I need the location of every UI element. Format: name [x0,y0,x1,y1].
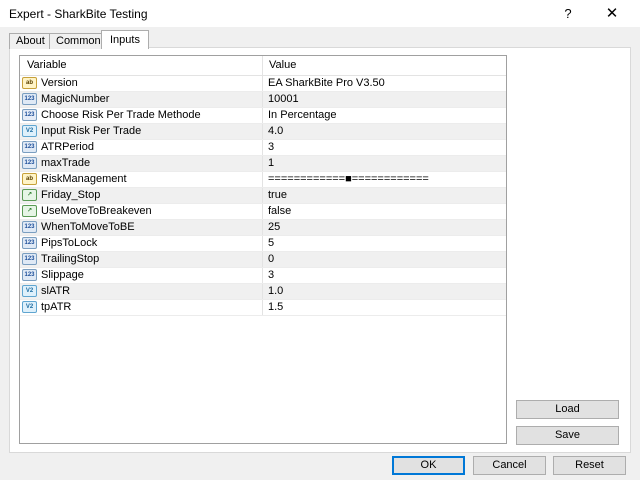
save-button[interactable]: Save [516,426,619,445]
variable-name: slATR [41,285,71,297]
table-row[interactable]: ab Version EA SharkBite Pro V3.50 [20,76,506,92]
variable-value[interactable]: 3 [262,268,274,283]
variable-value[interactable]: EA SharkBite Pro V3.50 [262,76,385,91]
enum-icon: 123 [22,109,37,121]
variable-name: Slippage [41,269,84,281]
boolean-icon: ↗ [22,189,37,201]
variable-name: Choose Risk Per Trade Methode [41,109,201,121]
tab-common[interactable]: Common [49,33,108,49]
variable-name: UseMoveToBreakeven [41,205,152,217]
variable-value[interactable]: 10001 [262,92,299,107]
window-title: Expert - SharkBite Testing [9,7,148,21]
table-row[interactable]: 123 Slippage 3 [20,268,506,284]
variable-value[interactable]: 1.0 [262,284,283,299]
variable-name: TrailingStop [41,253,100,265]
variable-name: maxTrade [41,157,91,169]
integer-icon: 123 [22,237,37,249]
integer-icon: 123 [22,93,37,105]
table-row[interactable]: V2 tpATR 1.5 [20,300,506,316]
integer-icon: 123 [22,221,37,233]
variable-value[interactable]: 3 [262,140,274,155]
table-row[interactable]: 123 PipsToLock 5 [20,236,506,252]
boolean-icon: ↗ [22,205,37,217]
title-bar: Expert - SharkBite Testing ? ✕ [0,0,640,27]
column-header-variable[interactable]: Variable [27,56,67,75]
variable-value[interactable]: 5 [262,236,274,251]
table-row[interactable]: 123 maxTrade 1 [20,156,506,172]
integer-icon: 123 [22,253,37,265]
variable-name: ATRPeriod [41,141,94,153]
ok-button[interactable]: OK [392,456,465,475]
variable-name: Input Risk Per Trade [41,125,142,137]
variable-name: Version [41,77,78,89]
tab-about[interactable]: About [9,33,52,49]
close-icon[interactable]: ✕ [597,4,627,24]
variable-value[interactable]: 0 [262,252,274,267]
variable-value[interactable]: In Percentage [262,108,337,123]
variable-value[interactable]: 1.5 [262,300,283,315]
table-row[interactable]: 123 Choose Risk Per Trade Methode In Perce… [20,108,506,124]
variable-value[interactable]: false [262,204,291,219]
variable-value[interactable]: true [262,188,287,203]
table-row[interactable]: 123 WhenToMoveToBE 25 [20,220,506,236]
load-button[interactable]: Load [516,400,619,419]
table-row[interactable]: ↗ UseMoveToBreakeven false [20,204,506,220]
table-row[interactable]: ab RiskManagement ============■===========… [20,172,506,188]
variable-value[interactable]: 25 [262,220,280,235]
variable-value[interactable]: 1 [262,156,274,171]
reset-button[interactable]: Reset [553,456,626,475]
integer-icon: 123 [22,269,37,281]
variable-name: RiskManagement [41,173,127,185]
variable-name: MagicNumber [41,93,110,105]
column-header-value[interactable]: Value [269,56,296,75]
table-row[interactable]: 123 TrailingStop 0 [20,252,506,268]
double-icon: V2 [22,125,37,137]
grid-header: Variable Value [20,56,506,76]
table-row[interactable]: 123 MagicNumber 10001 [20,92,506,108]
table-row[interactable]: V2 Input Risk Per Trade 4.0 [20,124,506,140]
variable-value[interactable]: ============■============ [262,172,429,187]
integer-icon: 123 [22,141,37,153]
string-icon: ab [22,77,37,89]
table-row[interactable]: 123 ATRPeriod 3 [20,140,506,156]
inputs-grid: Variable Value ab Version EA SharkBite Pro… [19,55,507,444]
variable-name: tpATR [41,301,72,313]
variable-name: WhenToMoveToBE [41,221,135,233]
variable-name: Friday_Stop [41,189,101,201]
help-icon[interactable]: ? [553,4,583,24]
tab-inputs[interactable]: Inputs [101,30,149,49]
column-divider[interactable] [262,56,263,75]
double-icon: V2 [22,301,37,313]
string-icon: ab [22,173,37,185]
variable-value[interactable]: 4.0 [262,124,283,139]
grid-rows: ab Version EA SharkBite Pro V3.50 123 MagicN… [20,76,506,316]
variable-name: PipsToLock [41,237,98,249]
table-row[interactable]: V2 slATR 1.0 [20,284,506,300]
cancel-button[interactable]: Cancel [473,456,546,475]
double-icon: V2 [22,285,37,297]
integer-icon: 123 [22,157,37,169]
table-row[interactable]: ↗ Friday_Stop true [20,188,506,204]
